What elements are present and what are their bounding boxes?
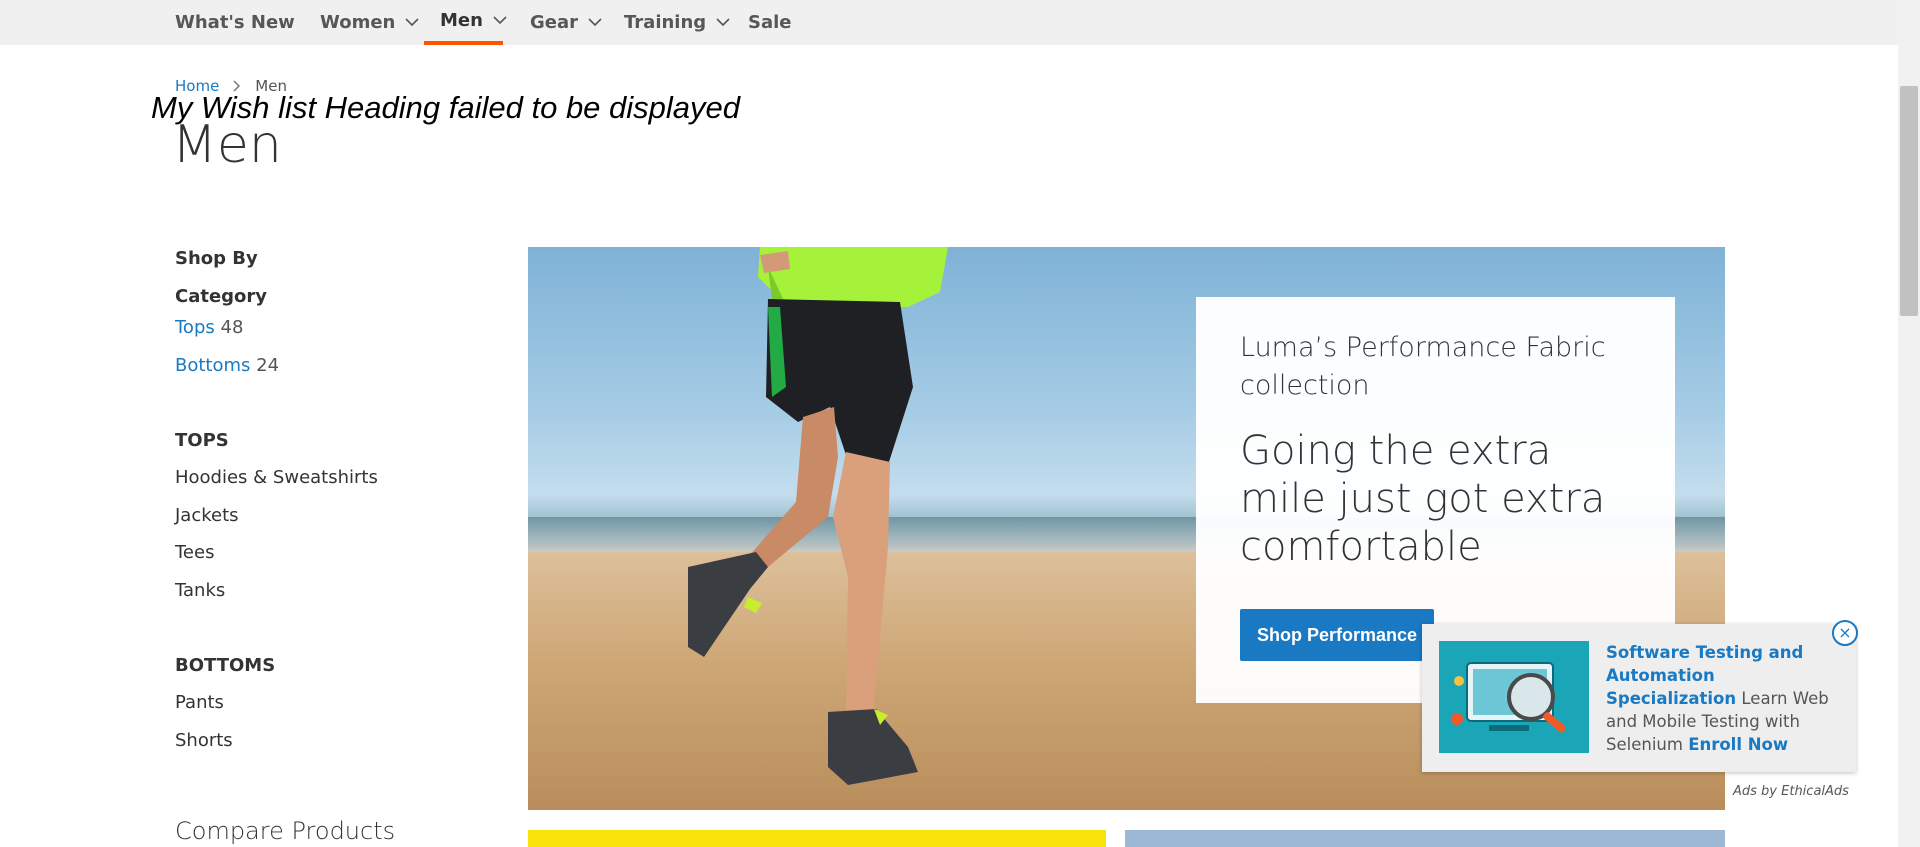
ad-cta-link[interactable]: Enroll Now <box>1688 735 1788 754</box>
top-navigation: What's New Women Men Gear Training Sale <box>0 0 1898 45</box>
category-link-bottoms[interactable]: Bottoms 24 <box>175 355 279 376</box>
nav-label: Training <box>624 12 707 33</box>
tops-heading: TOPS <box>175 430 229 451</box>
vertical-scrollbar[interactable] <box>1898 0 1920 847</box>
link-tees[interactable]: Tees <box>175 542 214 563</box>
category-count: 24 <box>256 355 280 376</box>
category-label: Tops <box>175 317 215 338</box>
shop-performance-button[interactable]: Shop Performance <box>1240 609 1434 661</box>
ad-text[interactable]: Software Testing and Automation Speciali… <box>1606 641 1842 756</box>
ad-image[interactable] <box>1439 641 1589 753</box>
nav-label: Sale <box>748 12 792 33</box>
category-link-tops[interactable]: Tops 48 <box>175 317 243 338</box>
close-icon[interactable]: × <box>1832 620 1858 646</box>
chevron-down-icon <box>405 18 419 27</box>
compare-products-title: Compare Products <box>175 817 396 845</box>
ethical-ad[interactable]: Software Testing and Automation Speciali… <box>1422 624 1856 772</box>
chevron-down-icon <box>493 16 507 25</box>
link-hoodies-sweatshirts[interactable]: Hoodies & Sweatshirts <box>175 467 378 488</box>
nav-label: What's New <box>175 12 295 33</box>
nav-label: Men <box>440 10 483 31</box>
chevron-down-icon <box>716 18 730 27</box>
nav-label: Women <box>320 12 396 33</box>
category-label: Bottoms <box>175 355 251 376</box>
chevron-down-icon <box>588 18 602 27</box>
link-shorts[interactable]: Shorts <box>175 730 233 751</box>
scrollbar-thumb[interactable] <box>1900 86 1918 316</box>
link-jackets[interactable]: Jackets <box>175 505 239 526</box>
promo-headline: Going the extra mile just got extra comf… <box>1240 428 1606 570</box>
ad-credit[interactable]: Ads by EthicalAds <box>1733 784 1849 799</box>
nav-item-training[interactable]: Training <box>624 0 730 45</box>
runner-image <box>688 247 948 785</box>
nav-item-whats-new[interactable]: What's New <box>175 0 295 45</box>
nav-label: Gear <box>530 12 579 33</box>
page-title: Men <box>172 115 282 175</box>
ad-illustration <box>1439 641 1589 753</box>
shop-by-title: Shop By <box>175 248 258 269</box>
promo-tile-blue[interactable] <box>1125 830 1725 847</box>
promo-subtitle: Luma’s Performance Fabric collection <box>1240 332 1606 401</box>
nav-item-men[interactable]: Men <box>424 0 507 45</box>
nav-item-sale[interactable]: Sale <box>748 0 792 45</box>
nav-item-gear[interactable]: Gear <box>530 0 602 45</box>
link-tanks[interactable]: Tanks <box>175 580 225 601</box>
link-pants[interactable]: Pants <box>175 692 224 713</box>
promo-tile-yellow[interactable] <box>528 830 1106 847</box>
nav-item-women[interactable]: Women <box>320 0 419 45</box>
bottoms-heading: BOTTOMS <box>175 655 276 676</box>
category-count: 48 <box>220 317 244 338</box>
category-title: Category <box>175 286 268 307</box>
